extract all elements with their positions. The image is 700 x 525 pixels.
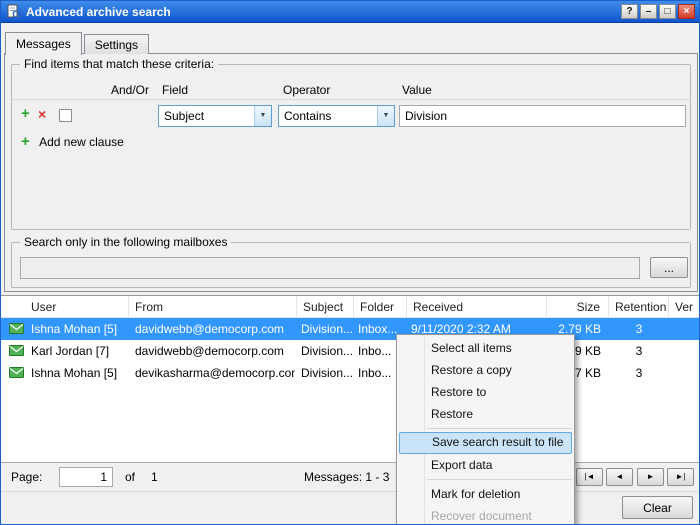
operator-dropdown-value: Contains [284, 106, 331, 126]
last-page-button[interactable]: ►| [667, 468, 694, 486]
cell-user: Karl Jordan [7] [31, 340, 127, 362]
column-header-subject[interactable]: Subject [297, 296, 354, 318]
browse-mailboxes-button[interactable]: ... [650, 257, 688, 278]
cell-from: devikasharma@democorp.com [135, 362, 295, 384]
field-dropdown-value: Subject [164, 106, 204, 126]
column-label-and-or: And/Or [111, 83, 149, 97]
menu-item-save-search-result-to-file[interactable]: Save search result to file [399, 432, 572, 454]
chevron-down-icon: ▼ [254, 106, 271, 126]
page-of-label: of [125, 470, 135, 484]
column-header-retention[interactable]: Retention [609, 296, 669, 318]
chevron-down-icon: ▼ [377, 106, 394, 126]
tab-strip: Messages Settings [5, 32, 151, 55]
mailbox-filter-input [20, 257, 640, 279]
column-header-received[interactable]: Received [407, 296, 547, 318]
menu-item-select-all-items[interactable]: Select all items [397, 337, 574, 359]
criteria-group-label: Find items that match these criteria: [20, 57, 218, 71]
previous-page-button[interactable]: ◄ [606, 468, 633, 486]
tab-messages[interactable]: Messages [5, 32, 82, 55]
messages-count-label: Messages: 1 - 3 [304, 470, 389, 484]
column-header-size[interactable]: Size [547, 296, 609, 318]
operator-dropdown[interactable]: Contains ▼ [278, 105, 395, 127]
mailboxes-group: Search only in the following mailboxes .… [11, 242, 691, 288]
close-button[interactable]: × [678, 4, 695, 19]
column-header-from[interactable]: From [129, 296, 297, 318]
remove-criteria-row-icon[interactable]: × [38, 106, 46, 122]
column-label-field: Field [162, 83, 188, 97]
page-number-input[interactable] [59, 467, 113, 487]
mail-icon [9, 345, 24, 356]
value-input[interactable] [399, 105, 686, 127]
column-label-value: Value [402, 83, 432, 97]
criteria-row-checkbox[interactable] [59, 109, 72, 122]
menu-item-restore-to[interactable]: Restore to [397, 381, 574, 403]
first-page-button[interactable]: |◄ [576, 468, 603, 486]
minimize-button[interactable]: – [640, 4, 657, 19]
menu-item-restore[interactable]: Restore [397, 403, 574, 425]
mail-icon [9, 323, 24, 334]
result-row-3[interactable]: Ishna Mohan [5] devikasharma@democorp.co… [1, 362, 699, 384]
menu-separator [427, 428, 572, 429]
cell-user: Ishna Mohan [5] [31, 318, 127, 340]
criteria-header-separator [12, 99, 690, 100]
plus-icon: + [21, 133, 30, 150]
results-list: User From Subject Folder Received Size R… [1, 295, 699, 462]
context-menu: Select all items Restore a copy Restore … [396, 334, 575, 525]
cell-subject: Division... [301, 318, 353, 340]
menu-item-restore-a-copy[interactable]: Restore a copy [397, 359, 574, 381]
advanced-archive-search-window: Advanced archive search ? – □ × Messages… [0, 0, 700, 525]
maximize-button[interactable]: □ [659, 4, 676, 19]
cell-subject: Division... [301, 340, 353, 362]
column-header-user[interactable]: User [1, 296, 129, 318]
titlebar-buttons: ? – □ × [621, 4, 695, 19]
footer-bar: Clear [1, 491, 699, 524]
menu-item-export-data[interactable]: Export data [397, 454, 574, 476]
add-new-clause-label: Add new clause [39, 135, 124, 149]
results-header-row: User From Subject Folder Received Size R… [1, 296, 699, 318]
column-label-operator: Operator [283, 83, 330, 97]
cell-user: Ishna Mohan [5] [31, 362, 127, 384]
column-header-folder[interactable]: Folder [354, 296, 407, 318]
help-button[interactable]: ? [621, 4, 638, 19]
cell-retention: 3 [609, 340, 669, 362]
field-dropdown[interactable]: Subject ▼ [158, 105, 272, 127]
criteria-group: Find items that match these criteria: An… [11, 64, 691, 230]
menu-item-recover-document: Recover document [397, 505, 574, 525]
cell-subject: Division... [301, 362, 353, 384]
menu-item-mark-for-deletion[interactable]: Mark for deletion [397, 483, 574, 505]
result-row-2[interactable]: Karl Jordan [7] davidwebb@democorp.com D… [1, 340, 699, 362]
titlebar: Advanced archive search ? – □ × [1, 1, 699, 23]
add-criteria-row-icon[interactable]: + [21, 105, 30, 122]
tab-settings[interactable]: Settings [84, 34, 149, 54]
menu-separator [427, 479, 572, 480]
clear-button[interactable]: Clear [622, 496, 693, 519]
messages-tab-page: Find items that match these criteria: An… [4, 53, 698, 292]
total-pages-value: 1 [151, 470, 158, 484]
column-header-version[interactable]: Ver [669, 296, 699, 318]
archive-search-window-icon [6, 4, 22, 20]
cell-retention: 3 [609, 318, 669, 340]
next-page-button[interactable]: ► [637, 468, 664, 486]
window-title: Advanced archive search [26, 1, 171, 23]
result-row-1[interactable]: Ishna Mohan [5] davidwebb@democorp.com D… [1, 318, 699, 340]
mail-icon [9, 367, 24, 378]
cell-from: davidwebb@democorp.com [135, 318, 295, 340]
mailboxes-group-label: Search only in the following mailboxes [20, 235, 231, 249]
cell-from: davidwebb@democorp.com [135, 340, 295, 362]
cell-retention: 3 [609, 362, 669, 384]
pager-bar: Page: of 1 Messages: 1 - 3 |◄ ◄ ► ►| [1, 462, 699, 491]
page-label: Page: [11, 470, 42, 484]
add-new-clause-link[interactable]: + Add new clause [21, 133, 124, 150]
